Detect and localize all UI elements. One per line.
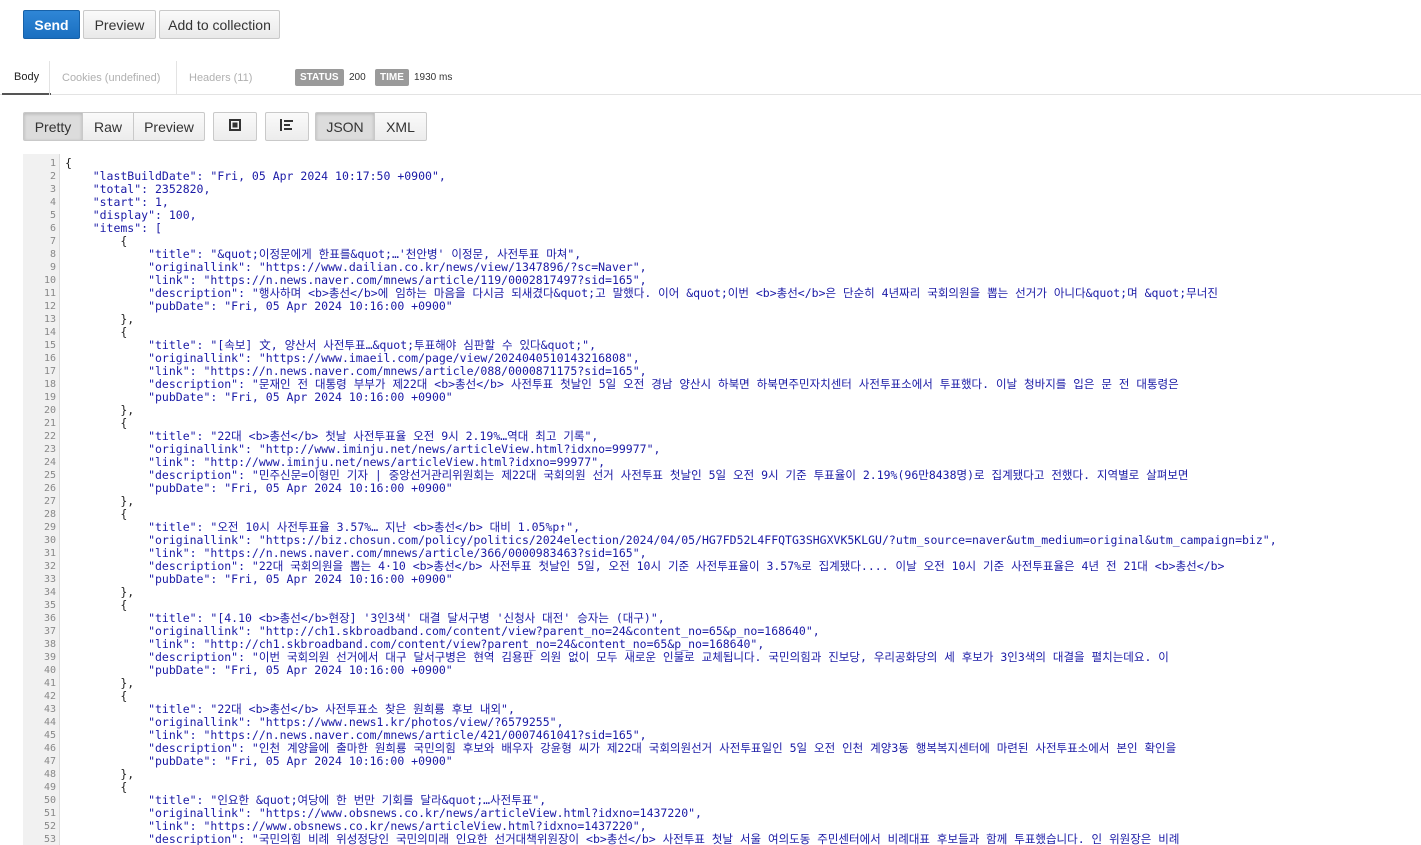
line-number: 52 xyxy=(43,821,56,832)
line-number: 24 xyxy=(43,457,56,468)
line-number: 25 xyxy=(43,470,56,481)
line-number: 9 xyxy=(49,262,56,273)
code-text: "description": "국민의힘 비례 위성정당인 국민의미래 인요한 … xyxy=(65,832,1180,845)
fullscreen-icon xyxy=(228,118,242,135)
line-number: 49 xyxy=(43,782,56,793)
line-number: 3 xyxy=(49,184,56,195)
line-number: 13 xyxy=(43,314,56,325)
line-number: 18 xyxy=(43,379,56,390)
line-number: 26 xyxy=(43,483,56,494)
line-number: 7 xyxy=(49,236,56,247)
line-number: 35 xyxy=(43,600,56,611)
code-line: 13 }, xyxy=(23,313,1421,326)
line-number: 51 xyxy=(43,808,56,819)
line-number: 5 xyxy=(49,210,56,221)
line-number: 19 xyxy=(43,392,56,403)
line-number: 12 xyxy=(43,301,56,312)
line-number: 1 xyxy=(49,158,56,169)
time-label: TIME xyxy=(375,69,409,86)
line-number: 29 xyxy=(43,522,56,533)
line-number: 32 xyxy=(43,561,56,572)
code-line: 12 "pubDate": "Fri, 05 Apr 2024 10:16:00… xyxy=(23,300,1421,313)
code-line: 19 "pubDate": "Fri, 05 Apr 2024 10:16:00… xyxy=(23,391,1421,404)
line-number: 10 xyxy=(43,275,56,286)
pretty-button[interactable]: Pretty xyxy=(23,112,83,141)
code-line: 34 }, xyxy=(23,586,1421,599)
line-number: 34 xyxy=(43,587,56,598)
add-to-collection-button[interactable]: Add to collection xyxy=(159,10,280,39)
line-number: 50 xyxy=(43,795,56,806)
view-toolbar: Pretty Raw Preview JSON XML xyxy=(0,112,1421,142)
line-number: 16 xyxy=(43,353,56,364)
line-number: 46 xyxy=(43,743,56,754)
xml-button[interactable]: XML xyxy=(374,112,427,141)
line-number: 30 xyxy=(43,535,56,546)
code-line: 2 "lastBuildDate": "Fri, 05 Apr 2024 10:… xyxy=(23,170,1421,183)
line-number: 15 xyxy=(43,340,56,351)
line-number: 38 xyxy=(43,639,56,650)
line-number: 41 xyxy=(43,678,56,689)
tab-headers[interactable]: Headers (11) xyxy=(176,61,264,95)
line-number: 53 xyxy=(43,834,56,845)
code-line: 20 }, xyxy=(23,404,1421,417)
line-number: 14 xyxy=(43,327,56,338)
line-number: 36 xyxy=(43,613,56,624)
line-number: 42 xyxy=(43,691,56,702)
line-number: 28 xyxy=(43,509,56,520)
status-value: 200 xyxy=(349,72,366,83)
response-tabs: Body Cookies (undefined) Headers (11) xyxy=(0,61,1421,95)
line-number: 21 xyxy=(43,418,56,429)
line-number: 11 xyxy=(43,288,56,299)
wrap-lines-button[interactable] xyxy=(265,112,309,141)
preview-mode-button[interactable]: Preview xyxy=(133,112,205,141)
line-number: 44 xyxy=(43,717,56,728)
line-number: 27 xyxy=(43,496,56,507)
code-line: 40 "pubDate": "Fri, 05 Apr 2024 10:16:00… xyxy=(23,664,1421,677)
line-number: 23 xyxy=(43,444,56,455)
line-number: 31 xyxy=(43,548,56,559)
code-line: 4 "start": 1, xyxy=(23,196,1421,209)
status-label: STATUS xyxy=(295,69,344,86)
line-number: 33 xyxy=(43,574,56,585)
line-number: 39 xyxy=(43,652,56,663)
line-number: 4 xyxy=(49,197,56,208)
wrap-lines-icon xyxy=(279,118,295,135)
line-number: 47 xyxy=(43,756,56,767)
line-number: 45 xyxy=(43,730,56,741)
send-button[interactable]: Send xyxy=(23,10,80,39)
fullscreen-button[interactable] xyxy=(213,112,257,141)
time-value: 1930 ms xyxy=(414,72,453,83)
line-number: 48 xyxy=(43,769,56,780)
tab-body[interactable]: Body xyxy=(2,61,52,95)
code-line: 47 "pubDate": "Fri, 05 Apr 2024 10:16:00… xyxy=(23,755,1421,768)
line-number: 37 xyxy=(43,626,56,637)
preview-button[interactable]: Preview xyxy=(83,10,156,39)
line-number: 20 xyxy=(43,405,56,416)
code-line: 41 }, xyxy=(23,677,1421,690)
json-button[interactable]: JSON xyxy=(315,112,375,141)
line-number: 22 xyxy=(43,431,56,442)
line-number: 40 xyxy=(43,665,56,676)
line-number: 6 xyxy=(49,223,56,234)
code-line: 26 "pubDate": "Fri, 05 Apr 2024 10:16:00… xyxy=(23,482,1421,495)
code-line: 5 "display": 100, xyxy=(23,209,1421,222)
line-number: 8 xyxy=(49,249,56,260)
code-line: 6 "items": [ xyxy=(23,222,1421,235)
code-line: 33 "pubDate": "Fri, 05 Apr 2024 10:16:00… xyxy=(23,573,1421,586)
raw-button[interactable]: Raw xyxy=(82,112,134,141)
code-line: 3 "total": 2352820, xyxy=(23,183,1421,196)
line-number: 43 xyxy=(43,704,56,715)
code-line: 48 }, xyxy=(23,768,1421,781)
line-number: 2 xyxy=(49,171,56,182)
request-toolbar: Send Preview Add to collection xyxy=(0,0,1421,50)
response-body-editor[interactable]: 1{2 "lastBuildDate": "Fri, 05 Apr 2024 1… xyxy=(23,154,1421,845)
line-number: 17 xyxy=(43,366,56,377)
tab-cookies[interactable]: Cookies (undefined) xyxy=(49,61,172,95)
code-line: 27 }, xyxy=(23,495,1421,508)
code-line: 53 "description": "국민의힘 비례 위성정당인 국민의미래 인… xyxy=(23,833,1421,845)
